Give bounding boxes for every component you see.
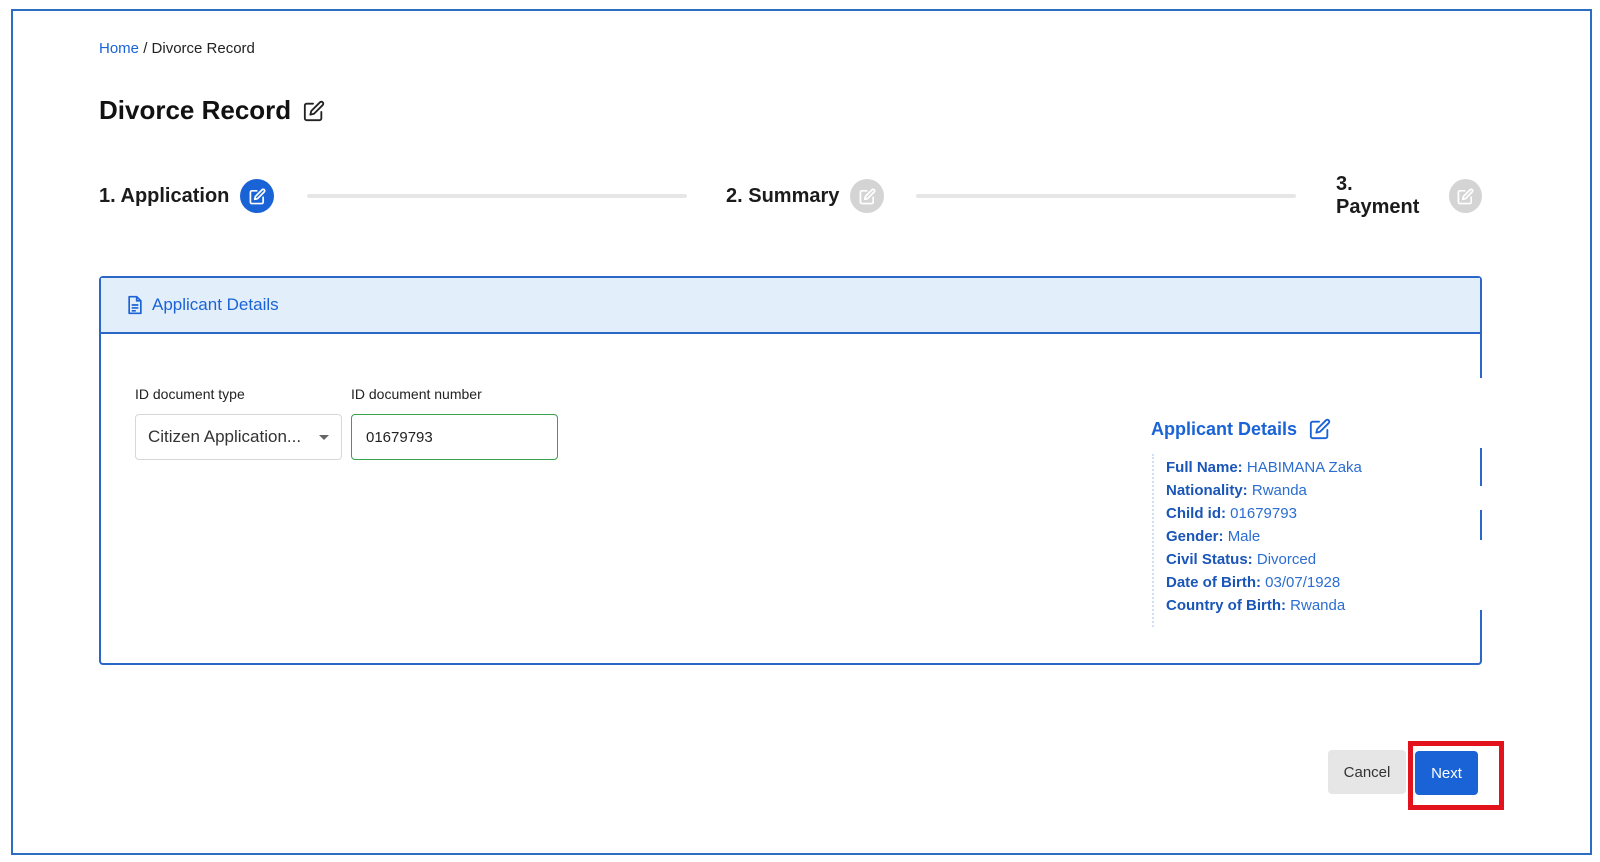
edit-icon[interactable] xyxy=(303,100,325,122)
id-number-label: ID document number xyxy=(351,386,482,402)
step-connector xyxy=(307,194,687,198)
card-border-gap xyxy=(1476,540,1484,610)
detail-gender: Gender: Male xyxy=(1166,528,1261,545)
page-title: Divorce Record xyxy=(99,95,325,126)
applicant-details-card: Applicant Details ID document type Citiz… xyxy=(99,276,1484,665)
detail-nationality: Nationality: Rwanda xyxy=(1166,482,1307,499)
step-edit-icon xyxy=(850,179,885,213)
id-type-select[interactable]: Citizen Application... xyxy=(135,414,342,460)
page-title-text: Divorce Record xyxy=(99,95,292,125)
breadcrumb-home-link[interactable]: Home xyxy=(99,40,139,57)
id-type-field: ID document type Citizen Application... xyxy=(135,386,342,460)
detail-civil-status: Civil Status: Divorced xyxy=(1166,551,1317,568)
id-type-selected-value: Citizen Application... xyxy=(148,427,302,446)
card-border-gap xyxy=(1476,378,1484,448)
id-number-field: ID document number xyxy=(351,386,558,460)
card-header-title: Applicant Details xyxy=(152,295,279,314)
applicant-summary: Applicant Details Full Name: HABIMANA Za… xyxy=(1151,418,1363,627)
step-connector xyxy=(916,194,1296,198)
id-type-label: ID document type xyxy=(135,386,245,402)
breadcrumb-separator: / xyxy=(143,40,148,57)
detail-country-of-birth: Country of Birth: Rwanda xyxy=(1166,597,1346,614)
stepper: 1. Application 2. Summary 3. Payment xyxy=(99,173,1482,218)
step-label: 1. Application xyxy=(99,184,230,207)
step-edit-icon xyxy=(1449,179,1482,213)
cancel-button[interactable]: Cancel xyxy=(1328,750,1406,794)
applicant-summary-list: Full Name: HABIMANA Zaka Nationality: Rw… xyxy=(1152,454,1363,627)
step-edit-icon xyxy=(240,179,275,213)
chevron-down-icon xyxy=(319,434,329,440)
step-payment[interactable]: 3. Payment xyxy=(1336,173,1482,218)
next-button-highlight xyxy=(1408,741,1504,810)
card-header: Applicant Details xyxy=(101,278,1480,334)
detail-child-id: Child id: 01679793 xyxy=(1166,505,1297,522)
edit-icon[interactable] xyxy=(1309,418,1331,440)
detail-full-name: Full Name: HABIMANA Zaka xyxy=(1166,459,1362,476)
detail-date-of-birth: Date of Birth: 03/07/1928 xyxy=(1166,574,1341,591)
step-application[interactable]: 1. Application xyxy=(99,178,275,214)
id-number-input[interactable] xyxy=(351,414,558,460)
applicant-summary-title-text: Applicant Details xyxy=(1151,418,1298,439)
step-summary[interactable]: 2. Summary xyxy=(726,178,885,214)
document-icon xyxy=(128,295,142,315)
step-label: 2. Summary xyxy=(726,184,840,207)
step-label: 3. Payment xyxy=(1336,173,1420,218)
breadcrumb-current: Divorce Record xyxy=(151,40,255,57)
applicant-summary-title: Applicant Details xyxy=(1151,418,1363,440)
card-border-gap xyxy=(1476,486,1484,510)
breadcrumb: Home / Divorce Record xyxy=(99,40,255,57)
